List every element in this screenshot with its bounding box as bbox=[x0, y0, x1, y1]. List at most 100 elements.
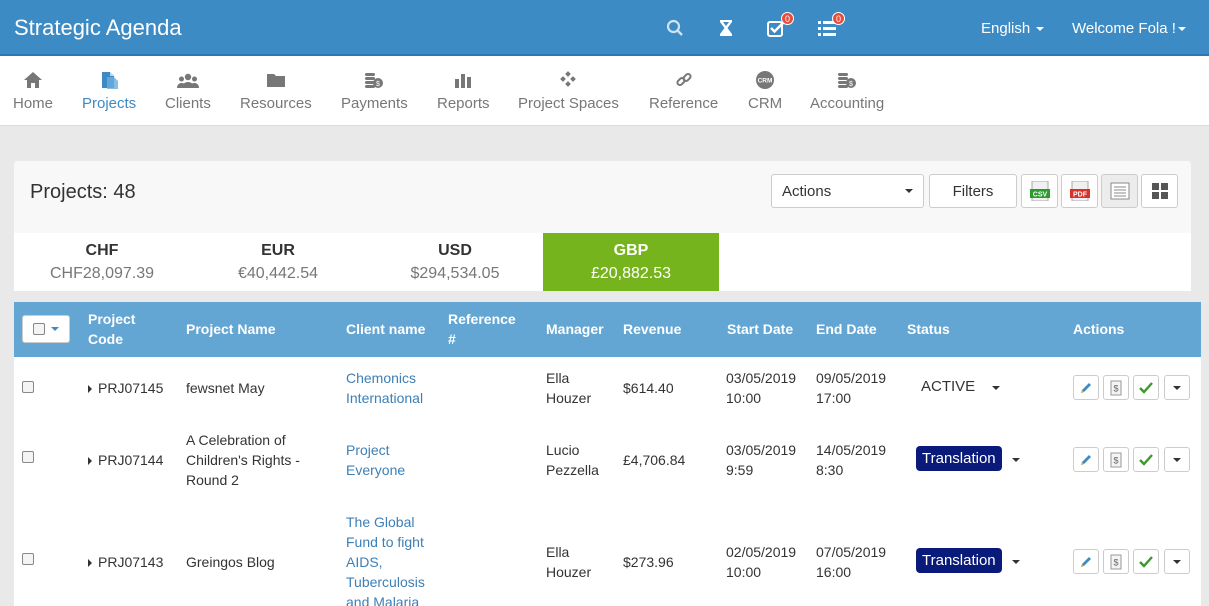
list-view-button[interactable] bbox=[1101, 174, 1138, 208]
col-project-code[interactable]: Project Code bbox=[88, 309, 135, 349]
nav-reference[interactable]: Reference bbox=[649, 56, 718, 126]
edit-button[interactable] bbox=[1073, 447, 1099, 472]
nav-label: Accounting bbox=[810, 95, 885, 112]
payment-button[interactable]: $ bbox=[1103, 375, 1129, 400]
approve-button[interactable] bbox=[1133, 375, 1159, 400]
table-row: PRJ07145 fewsnet May Chemonics Internatio… bbox=[14, 357, 1201, 421]
col-client-name[interactable]: Client name bbox=[346, 319, 425, 339]
nav-project-spaces[interactable]: Project Spaces bbox=[518, 56, 619, 126]
edit-button[interactable] bbox=[1073, 549, 1099, 574]
projects-table-body: PRJ07145 fewsnet May Chemonics Internatio… bbox=[14, 357, 1201, 606]
project-code: PRJ07145 bbox=[98, 380, 164, 396]
export-csv-button[interactable]: CSV bbox=[1021, 174, 1058, 208]
nav-label: Clients bbox=[165, 95, 211, 112]
status-badge[interactable]: Translation bbox=[916, 548, 1002, 573]
nav-crm[interactable]: CRM CRM bbox=[748, 56, 782, 126]
nav-label: Reports bbox=[437, 95, 490, 112]
more-actions-button[interactable] bbox=[1164, 375, 1190, 400]
status-badge[interactable]: Translation bbox=[916, 446, 1002, 471]
status-dropdown-caret[interactable] bbox=[1012, 560, 1020, 564]
nav-label: Resources bbox=[240, 95, 312, 112]
col-project-name[interactable]: Project Name bbox=[186, 319, 275, 339]
nav-resources[interactable]: Resources bbox=[240, 56, 312, 126]
client-link[interactable]: The Global Fund to fight AIDS, Tuberculosis… bbox=[346, 512, 425, 606]
filters-button[interactable]: Filters bbox=[929, 174, 1017, 208]
row-checkbox[interactable] bbox=[22, 451, 34, 463]
spaces-icon bbox=[559, 70, 577, 90]
expand-row[interactable]: PRJ07143 bbox=[88, 552, 163, 572]
svg-text:PDF: PDF bbox=[1073, 192, 1088, 199]
pencil-icon bbox=[1081, 382, 1091, 393]
expand-row[interactable]: PRJ07144 bbox=[88, 450, 163, 470]
currency-code: EUR bbox=[261, 242, 295, 259]
grid-view-button[interactable] bbox=[1141, 174, 1178, 208]
currency-total-usd[interactable]: USD $294,534.05 bbox=[367, 233, 543, 291]
expand-row[interactable]: PRJ07145 bbox=[88, 378, 163, 398]
nav-payments[interactable]: $ Payments bbox=[341, 56, 408, 126]
nav-clients[interactable]: Clients bbox=[165, 56, 211, 126]
currency-total-chf[interactable]: CHF CHF28,097.39 bbox=[14, 233, 190, 291]
currency-total-eur[interactable]: EUR €40,442.54 bbox=[190, 233, 366, 291]
edit-button[interactable] bbox=[1073, 375, 1099, 400]
top-bar: Strategic Agenda 0 0 English Welcome Fol… bbox=[0, 0, 1209, 56]
select-all-checkbox[interactable] bbox=[33, 323, 45, 335]
approve-button[interactable] bbox=[1133, 447, 1159, 472]
actions-dropdown[interactable]: Actions bbox=[771, 174, 924, 208]
payment-button[interactable]: $ bbox=[1103, 549, 1129, 574]
table-header: Project Code Project Name Client name Ref… bbox=[14, 302, 1201, 357]
currency-code: CHF bbox=[85, 242, 119, 259]
dollar-doc-icon: $ bbox=[1110, 554, 1122, 569]
col-end-date[interactable]: End Date bbox=[816, 319, 877, 339]
search-icon[interactable] bbox=[664, 17, 686, 39]
nav-accounting[interactable]: $ Accounting bbox=[810, 56, 884, 126]
page-title: Projects: 48 bbox=[30, 181, 136, 203]
nav-label: Reference bbox=[649, 95, 719, 112]
more-actions-button[interactable] bbox=[1164, 549, 1190, 574]
status-dropdown-caret[interactable] bbox=[1012, 458, 1020, 462]
project-name: Greingos Blog bbox=[186, 554, 275, 570]
end-date: 07/05/2019 16:00 bbox=[816, 544, 887, 580]
nav-projects[interactable]: Projects bbox=[82, 56, 136, 126]
project-code: PRJ07144 bbox=[98, 452, 164, 468]
col-start-date[interactable]: Start Date bbox=[727, 319, 793, 339]
export-pdf-button[interactable]: PDF bbox=[1061, 174, 1098, 208]
end-date: 09/05/2019 17:00 bbox=[816, 370, 887, 406]
client-link[interactable]: Chemonics International bbox=[346, 368, 423, 408]
more-actions-button[interactable] bbox=[1164, 447, 1190, 472]
currency-total-gbp[interactable]: GBP £20,882.53 bbox=[543, 233, 719, 291]
col-manager[interactable]: Manager bbox=[546, 319, 604, 339]
payment-button[interactable]: $ bbox=[1103, 447, 1129, 472]
row-checkbox[interactable] bbox=[22, 553, 34, 565]
table-row: PRJ07143 Greingos Blog The Global Fund to… bbox=[14, 499, 1201, 606]
app-title[interactable]: Strategic Agenda bbox=[14, 15, 182, 41]
check-icon bbox=[1139, 381, 1153, 394]
svg-text:CSV: CSV bbox=[1032, 192, 1047, 199]
pencil-icon bbox=[1081, 556, 1091, 567]
nav-home[interactable]: Home bbox=[13, 56, 53, 126]
svg-text:$: $ bbox=[1113, 557, 1118, 567]
manager: Ella Houzer bbox=[546, 370, 592, 406]
client-link[interactable]: Project Everyone bbox=[346, 440, 405, 480]
list-icon[interactable]: 0 bbox=[816, 12, 845, 39]
projects-icon bbox=[99, 70, 119, 90]
col-status[interactable]: Status bbox=[907, 319, 950, 339]
main-nav: Home Projects Clients Resources $ Paymen… bbox=[0, 56, 1209, 126]
user-menu[interactable]: Welcome Fola ! bbox=[1072, 20, 1186, 37]
nav-reports[interactable]: Reports bbox=[437, 56, 490, 126]
approve-button[interactable] bbox=[1133, 549, 1159, 574]
select-all-dropdown[interactable] bbox=[22, 315, 70, 343]
hourglass-icon[interactable] bbox=[715, 17, 737, 39]
language-dropdown[interactable]: English bbox=[981, 20, 1045, 37]
nav-label: Project Spaces bbox=[518, 95, 619, 112]
row-checkbox[interactable] bbox=[22, 381, 34, 393]
col-reference[interactable]: Reference # bbox=[448, 309, 516, 349]
status-dropdown-caret[interactable] bbox=[992, 386, 1000, 390]
currency-amount: $294,534.05 bbox=[410, 265, 500, 282]
project-code: PRJ07143 bbox=[98, 554, 164, 570]
col-revenue[interactable]: Revenue bbox=[623, 319, 681, 339]
tasks-icon[interactable]: 0 bbox=[765, 12, 794, 39]
status-label[interactable]: ACTIVE bbox=[921, 378, 975, 395]
list-view-icon bbox=[1110, 182, 1129, 200]
crm-icon: CRM bbox=[755, 70, 775, 90]
currency-code: GBP bbox=[613, 242, 649, 259]
